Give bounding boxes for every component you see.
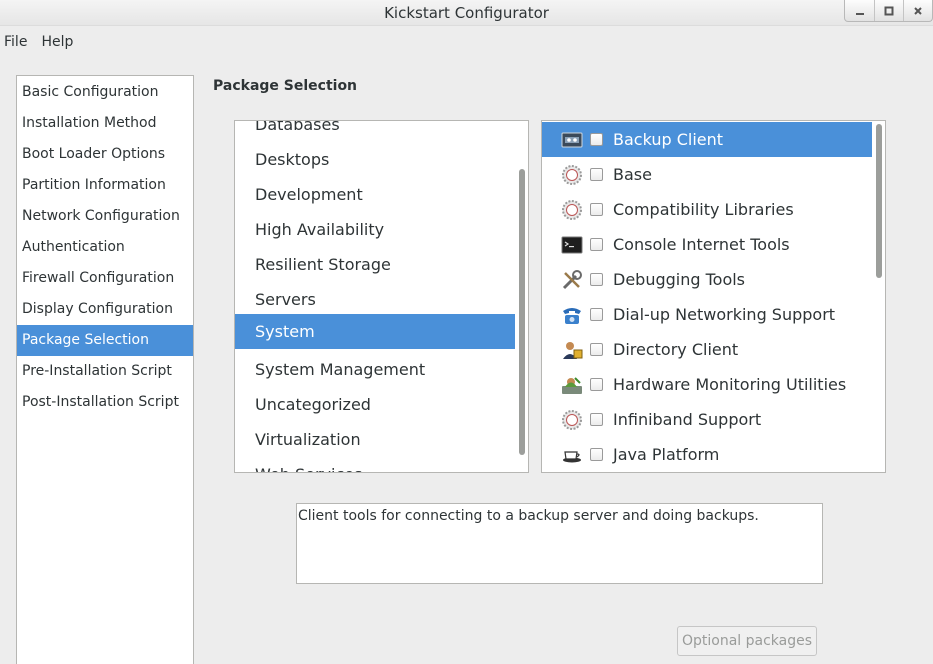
package-checkbox[interactable] [590,413,603,426]
package-list-scrollbar[interactable] [872,121,885,472]
sidebar-item-firewall-configuration[interactable]: Firewall Configuration [17,263,193,294]
package-checkbox[interactable] [590,238,603,251]
package-item[interactable]: Console Internet Tools [542,227,873,262]
package-label: Directory Client [613,340,739,359]
menu-bar: File Help [0,30,77,54]
maximize-icon [884,6,894,15]
group-item-desktops[interactable]: Desktops [235,142,516,177]
package-checkbox[interactable] [590,308,603,321]
package-description: Client tools for connecting to a backup … [296,503,823,584]
group-item-servers[interactable]: Servers [235,282,516,317]
gear-icon [561,199,583,221]
package-item[interactable]: Backup Client [542,122,873,157]
group-list: Databases Desktops Development High Avai… [234,120,529,473]
sidebar-item-boot-loader-options[interactable]: Boot Loader Options [17,139,193,170]
package-checkbox[interactable] [590,168,603,181]
group-item-system[interactable]: System [235,314,516,349]
package-item[interactable]: Infiniband Support [542,402,873,437]
package-item[interactable]: Dial-up Networking Support [542,297,873,332]
phone-icon [561,304,583,326]
package-item[interactable]: Debugging Tools [542,262,873,297]
sidebar: Basic Configuration Installation Method … [16,75,194,664]
package-label: Infiniband Support [613,410,762,429]
package-list-scroll-thumb[interactable] [876,124,882,278]
group-list-scroll-thumb[interactable] [519,169,525,455]
tape-drive-icon [561,129,583,151]
maximize-button[interactable] [874,0,903,21]
group-item-uncategorized[interactable]: Uncategorized [235,387,516,422]
group-list-scrollbar[interactable] [515,121,528,472]
sidebar-item-authentication[interactable]: Authentication [17,232,193,263]
minimize-icon [855,12,864,15]
sidebar-item-post-installation-script[interactable]: Post-Installation Script [17,387,193,418]
sidebar-item-display-configuration[interactable]: Display Configuration [17,294,193,325]
group-item-system-management[interactable]: System Management [235,352,516,387]
terminal-icon [561,234,583,256]
package-label: Java Platform [613,445,720,464]
package-checkbox[interactable] [590,378,603,391]
package-item[interactable]: Java Platform [542,437,873,472]
package-checkbox[interactable] [590,448,603,461]
tools-icon [561,269,583,291]
sidebar-item-basic-configuration[interactable]: Basic Configuration [17,77,193,108]
package-item[interactable]: Directory Client [542,332,873,367]
title-bar: Kickstart Configurator [0,0,933,26]
sidebar-item-pre-installation-script[interactable]: Pre-Installation Script [17,356,193,387]
page-title: Package Selection [213,78,358,94]
hardware-monitor-icon [561,374,583,396]
optional-packages-button[interactable]: Optional packages [677,626,817,656]
directory-user-icon [561,339,583,361]
gear-icon [561,164,583,186]
package-item[interactable]: Base [542,157,873,192]
close-button[interactable] [903,0,932,21]
package-label: Backup Client [613,130,724,149]
gear-icon [561,409,583,431]
group-item-databases[interactable]: Databases [235,121,516,142]
package-item[interactable]: Compatibility Libraries [542,192,873,227]
package-checkbox[interactable] [590,203,603,216]
package-label: Base [613,165,652,184]
menu-file[interactable]: File [0,30,31,54]
minimize-button[interactable] [845,0,874,21]
coffee-cup-icon [561,444,583,466]
package-label: Console Internet Tools [613,235,790,254]
package-item[interactable]: Hardware Monitoring Utilities [542,367,873,402]
sidebar-item-partition-information[interactable]: Partition Information [17,170,193,201]
sidebar-item-network-configuration[interactable]: Network Configuration [17,201,193,232]
group-item-resilient-storage[interactable]: Resilient Storage [235,247,516,282]
package-checkbox[interactable] [590,343,603,356]
group-item-high-availability[interactable]: High Availability [235,212,516,247]
group-item-virtualization[interactable]: Virtualization [235,422,516,457]
package-checkbox[interactable] [590,273,603,286]
window-title: Kickstart Configurator [384,4,549,22]
package-label: Dial-up Networking Support [613,305,836,324]
package-label: Compatibility Libraries [613,200,794,219]
sidebar-item-package-selection[interactable]: Package Selection [17,325,193,356]
package-checkbox[interactable] [590,133,603,146]
group-item-development[interactable]: Development [235,177,516,212]
package-list: Backup Client Base Compatibility Librari… [541,120,886,473]
sidebar-item-installation-method[interactable]: Installation Method [17,108,193,139]
package-label: Hardware Monitoring Utilities [613,375,847,394]
package-label: Debugging Tools [613,270,746,289]
group-item-web-services[interactable]: Web Services [235,457,516,472]
menu-help[interactable]: Help [37,30,77,54]
window-controls [844,0,933,22]
close-icon [914,6,922,15]
